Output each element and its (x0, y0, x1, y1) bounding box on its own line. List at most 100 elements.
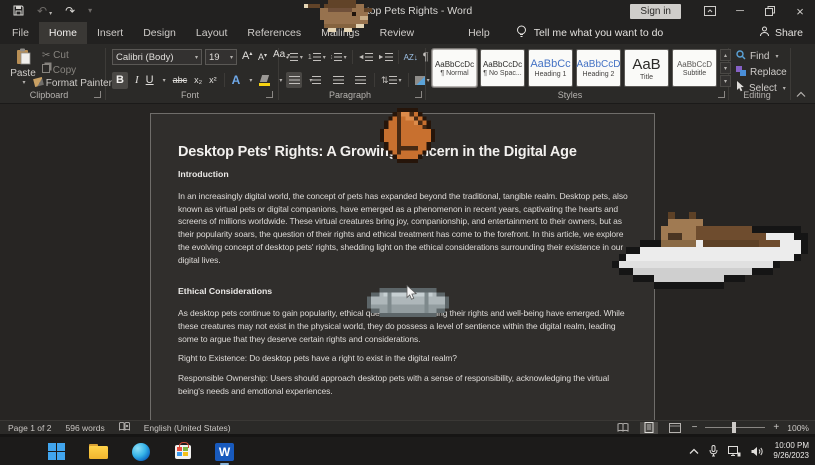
undo-icon[interactable]: ↶▾ (37, 5, 52, 17)
style-name: ¶ Normal (440, 70, 468, 77)
share-label: Share (775, 27, 803, 39)
proofing-icon[interactable] (119, 422, 130, 433)
numbering-button[interactable]: 1▾ (308, 53, 326, 61)
copy-button[interactable]: Copy (42, 64, 76, 76)
minimize-button[interactable]: ─ (725, 0, 755, 22)
status-bar: Page 1 of 2 596 words English (United St… (0, 420, 815, 434)
format-painter-icon (33, 77, 44, 87)
word-count[interactable]: 596 words (65, 423, 104, 433)
tab-insert[interactable]: Insert (87, 22, 133, 44)
sort-button[interactable]: AZ↓ (404, 53, 418, 62)
zoom-out-button[interactable]: − (692, 422, 698, 433)
tab-review[interactable]: Review (370, 22, 424, 44)
decrease-indent-button[interactable]: ◄ (358, 53, 373, 61)
shrink-font-button[interactable]: A▾ (258, 52, 267, 62)
clipboard-icon (15, 48, 32, 65)
redo-icon[interactable]: ↷ (65, 5, 75, 17)
page-indicator[interactable]: Page 1 of 2 (8, 423, 51, 433)
restore-button[interactable] (755, 0, 785, 22)
zoom-in-button[interactable]: + (773, 422, 779, 433)
bullets-button[interactable]: •▾ (286, 53, 303, 62)
basketball-pet[interactable] (380, 108, 435, 163)
font-size-combo[interactable]: 19▾ (205, 49, 237, 65)
subscript-button[interactable]: x₂ (194, 75, 202, 85)
tell-me-box[interactable]: Tell me what you want to do (516, 25, 664, 41)
network-icon[interactable] (728, 446, 741, 457)
read-mode-icon[interactable] (614, 422, 632, 434)
tab-references[interactable]: References (237, 22, 311, 44)
cut-button[interactable]: ✂ Cut (42, 50, 69, 61)
title-bar: ↶▾ ↷ ▾ Desktop Pets Rights - Word Sign i… (0, 0, 815, 22)
font-size-value: 19 (209, 52, 228, 63)
ribbon-display-options-icon[interactable] (695, 0, 725, 22)
find-button[interactable]: Find▾ (736, 49, 787, 63)
tab-home[interactable]: Home (39, 22, 87, 44)
font-dialog-launcher-icon[interactable] (266, 91, 273, 98)
text-effects-button[interactable]: A (232, 73, 241, 87)
shading-button[interactable]: ▾ (415, 76, 430, 85)
format-painter-button[interactable]: Format Painter (34, 78, 112, 89)
store-button[interactable] (172, 441, 193, 462)
style-subtitle[interactable]: AaBbCcD Subtitle (672, 49, 717, 87)
align-center-button[interactable] (308, 72, 324, 88)
replace-button[interactable]: Replace (736, 65, 787, 79)
share-button[interactable]: Share (759, 26, 803, 40)
format-painter-label: Format Painter (46, 78, 112, 89)
language-indicator[interactable]: English (United States) (144, 423, 231, 433)
tab-layout[interactable]: Layout (186, 22, 238, 44)
style-heading-1[interactable]: AaBbCc Heading 1 (528, 49, 573, 87)
sleeping-cat-pet[interactable] (612, 212, 815, 289)
italic-button[interactable]: I (135, 74, 139, 86)
underline-button[interactable]: U (146, 74, 154, 86)
strikethrough-button[interactable]: abc (173, 75, 188, 85)
speaker-icon[interactable] (751, 446, 763, 457)
print-layout-icon[interactable] (640, 422, 658, 434)
superscript-button[interactable]: x² (209, 75, 217, 85)
tab-design[interactable]: Design (133, 22, 186, 44)
tray-chevron-icon[interactable] (689, 448, 699, 455)
increase-indent-button[interactable]: ► (378, 53, 393, 61)
tab-help[interactable]: Help (458, 22, 500, 44)
justify-button[interactable] (352, 72, 368, 88)
styles-gallery-more-icon[interactable]: ▾ (720, 75, 731, 87)
style-no-spacing[interactable]: AaBbCcDc ¶ No Spac... (480, 49, 525, 87)
style-heading-2[interactable]: AaBbCcD Heading 2 (576, 49, 621, 87)
style-preview: AaBbCcD (577, 59, 621, 70)
mouse-cursor (406, 285, 418, 307)
web-layout-icon[interactable] (666, 422, 684, 434)
sign-in-button[interactable]: Sign in (630, 4, 681, 19)
clock[interactable]: 10:00 PM 9/26/2023 (773, 441, 809, 461)
customize-qat-icon[interactable]: ▾ (88, 7, 92, 15)
close-button[interactable]: × (785, 0, 815, 22)
zoom-level[interactable]: 100% (787, 423, 809, 433)
word-taskbar-button[interactable]: W (214, 441, 235, 462)
edge-button[interactable] (130, 441, 151, 462)
multilevel-list-button[interactable]: ⁝▾ (331, 53, 347, 61)
show-hide-marks-button[interactable]: ¶ (423, 51, 429, 63)
zoom-slider[interactable] (705, 427, 765, 428)
style-title[interactable]: AaB Title (624, 49, 669, 87)
collapse-ribbon-icon[interactable] (796, 90, 806, 101)
underline-dropdown-icon[interactable]: ▾ (163, 77, 166, 84)
save-icon[interactable] (13, 5, 24, 18)
microphone-icon[interactable] (709, 445, 718, 457)
file-explorer-button[interactable] (88, 441, 109, 462)
hamster-pet[interactable] (304, 0, 376, 40)
font-group-label: Font (150, 90, 230, 100)
bold-button[interactable]: B (112, 72, 128, 89)
highlight-color-button[interactable] (259, 75, 270, 86)
styles-scroll-down-icon[interactable]: ▾ (720, 62, 731, 74)
start-button[interactable] (46, 441, 67, 462)
align-left-button[interactable] (286, 72, 302, 88)
paragraph-dialog-launcher-icon[interactable] (415, 91, 422, 98)
zoom-slider-thumb[interactable] (732, 422, 736, 433)
style-normal[interactable]: AaBbCcDc ¶ Normal (432, 49, 477, 87)
align-right-button[interactable] (330, 72, 346, 88)
clipboard-dialog-launcher-icon[interactable] (94, 91, 101, 98)
tab-file[interactable]: File (2, 22, 39, 44)
line-spacing-button[interactable]: ⇅▾ (381, 75, 402, 86)
font-name-combo[interactable]: Calibri (Body)▾ (112, 49, 202, 65)
intro-heading: Introduction (178, 169, 628, 179)
grow-font-button[interactable]: A▴ (242, 50, 252, 62)
styles-scroll-up-icon[interactable]: ▴ (720, 49, 731, 61)
